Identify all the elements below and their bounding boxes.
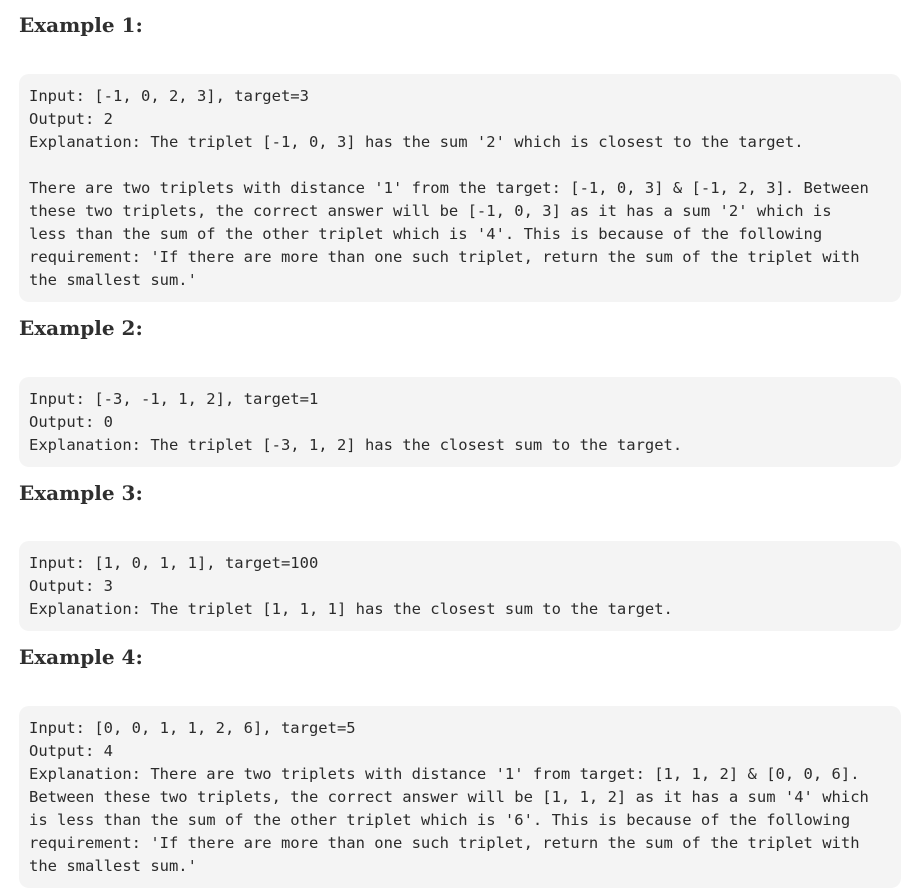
code-block: Input: [0, 0, 1, 1, 2, 6], target=5 Outp… (19, 706, 901, 888)
code-block: Input: [-3, -1, 1, 2], target=1 Output: … (19, 377, 901, 467)
code-line: the smallest sum.' (29, 857, 197, 875)
code-line: Output: 3 (29, 577, 113, 595)
example-heading: Example 3: (19, 481, 143, 505)
code-block: Input: [1, 0, 1, 1], target=100 Output: … (19, 541, 901, 631)
code-line: Input: [1, 0, 1, 1], target=100 (29, 554, 319, 572)
code-block: Input: [-1, 0, 2, 3], target=3 Output: 2… (19, 74, 901, 302)
example-heading: Example 4: (19, 645, 143, 669)
code-line: Explanation: There are two triplets with… (29, 765, 860, 783)
code-line: Output: 0 (29, 413, 113, 431)
code-line: less than the sum of the other triplet w… (29, 225, 823, 243)
code-line: Explanation: The triplet [1, 1, 1] has t… (29, 600, 673, 618)
code-line: requirement: 'If there are more than one… (29, 834, 860, 852)
code-line: is less than the sum of the other triple… (29, 811, 851, 829)
code-line: requirement: 'If there are more than one… (29, 248, 860, 266)
example-heading: Example 2: (19, 316, 143, 340)
code-line: Input: [0, 0, 1, 1, 2, 6], target=5 (29, 719, 356, 737)
code-line: Output: 2 (29, 110, 113, 128)
code-line: Explanation: The triplet [-3, 1, 2] has … (29, 436, 683, 454)
code-line: these two triplets, the correct answer w… (29, 202, 832, 220)
code-line: Between these two triplets, the correct … (29, 788, 869, 806)
code-line: Input: [-3, -1, 1, 2], target=1 (29, 390, 319, 408)
code-line: There are two triplets with distance '1'… (29, 179, 869, 197)
code-line: the smallest sum.' (29, 271, 197, 289)
code-line: Input: [-1, 0, 2, 3], target=3 (29, 87, 309, 105)
code-line: Output: 4 (29, 742, 113, 760)
example-heading: Example 1: (19, 13, 143, 37)
code-line: Explanation: The triplet [-1, 0, 3] has … (29, 133, 804, 151)
